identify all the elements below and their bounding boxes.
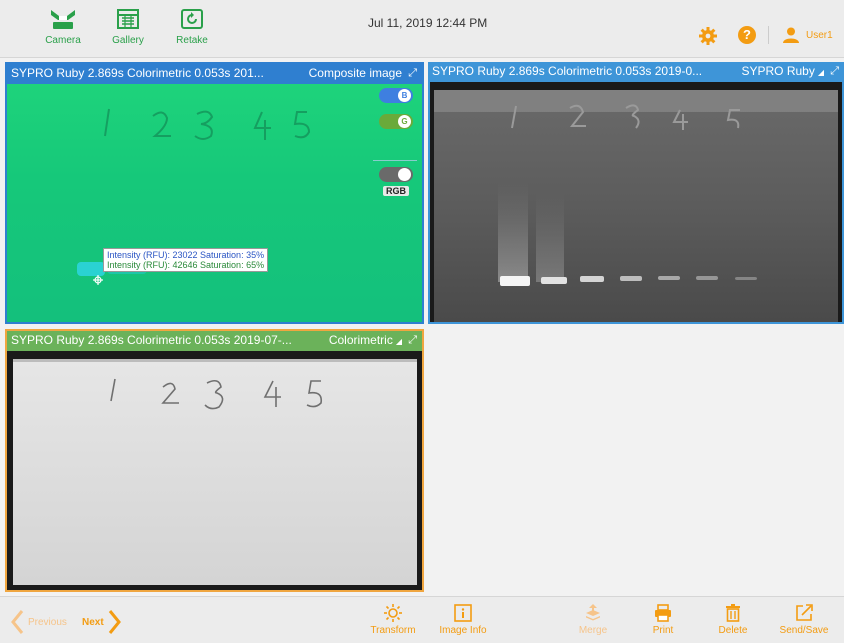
chevron-right-icon — [108, 610, 121, 634]
user-icon — [783, 27, 799, 43]
green-channel-knob: G — [398, 115, 411, 128]
print-button[interactable]: Print — [633, 603, 693, 636]
gallery-button[interactable]: Gallery — [102, 4, 154, 46]
composite-image-panel[interactable]: SYPRO Ruby 2.869s Colorimetric 0.053s 20… — [5, 62, 424, 324]
bottom-toolbar: Previous Next Transform Image Info Merge… — [0, 596, 844, 643]
colorimetric-gel — [13, 359, 417, 585]
intensity-tooltip: Intensity (RFU): 23022 Saturation: 35% I… — [103, 248, 269, 272]
camera-icon — [48, 4, 78, 34]
panel-header: SYPRO Ruby 2.869s Colorimetric 0.053s 20… — [7, 331, 422, 349]
tooltip-green-intensity: Intensity (RFU): 42646 Saturation: 65% — [107, 260, 265, 270]
merge-button[interactable]: Merge — [563, 603, 623, 636]
gel-lane-markings — [77, 108, 311, 285]
panel-title: SYPRO Ruby 2.869s Colorimetric 0.053s 20… — [432, 64, 703, 78]
rgb-toggle[interactable] — [379, 167, 413, 182]
print-label: Print — [652, 625, 674, 636]
sypro-ruby-panel[interactable]: SYPRO Ruby 2.869s Colorimetric 0.053s 20… — [428, 62, 844, 324]
panel-mode-dropdown[interactable]: Colorimetric ◢ — [329, 331, 402, 349]
blue-channel-knob: B — [398, 89, 411, 102]
panel-mode-dropdown[interactable]: SYPRO Ruby ◢ — [741, 62, 824, 80]
camera-label: Camera — [45, 35, 81, 46]
previous-button[interactable]: Previous — [10, 609, 67, 635]
trash-icon — [726, 604, 740, 622]
send-save-button[interactable]: Send/Save — [774, 603, 834, 636]
panel-title: SYPRO Ruby 2.869s Colorimetric 0.053s 20… — [11, 66, 264, 80]
rgb-knob — [398, 168, 411, 181]
retake-icon — [179, 4, 205, 34]
toolbar-divider — [768, 26, 769, 44]
user-menu[interactable]: User1 — [782, 26, 833, 44]
delete-button[interactable]: Delete — [703, 603, 763, 636]
image-info-label: Image Info — [439, 625, 487, 636]
panel-mode-label: SYPRO Ruby — [741, 64, 815, 78]
gallery-icon — [115, 4, 141, 34]
panel-mode-label: Colorimetric — [328, 333, 393, 347]
top-toolbar: Camera Gallery Retake Jul 11, 2019 12:44… — [0, 0, 844, 58]
panel-title: SYPRO Ruby 2.869s Colorimetric 0.053s 20… — [11, 333, 292, 347]
green-channel-toggle[interactable]: G — [379, 114, 413, 129]
expand-icon[interactable]: ⤢ — [408, 331, 417, 349]
panel-header: SYPRO Ruby 2.869s Colorimetric 0.053s 20… — [7, 64, 422, 82]
expand-icon[interactable]: ⤢ — [408, 64, 417, 82]
retake-button[interactable]: Retake — [166, 4, 218, 46]
help-icon[interactable]: ? — [738, 26, 756, 44]
colorimetric-image[interactable] — [7, 351, 422, 590]
merge-layers-icon — [586, 604, 600, 621]
panel-header: SYPRO Ruby 2.869s Colorimetric 0.053s 20… — [428, 62, 844, 80]
next-button[interactable]: Next — [82, 609, 122, 635]
datetime: Jul 11, 2019 12:44 PM — [368, 16, 488, 30]
composite-image[interactable]: B G RGB Intensity (RFU): 23022 Saturatio… — [7, 84, 422, 322]
gel-image — [434, 90, 838, 322]
next-label: Next — [82, 616, 104, 628]
blue-channel-toggle[interactable]: B — [379, 88, 413, 103]
channel-divider — [373, 160, 417, 161]
previous-label: Previous — [28, 616, 67, 628]
expand-icon[interactable]: ⤢ — [830, 62, 839, 80]
export-icon — [796, 604, 813, 621]
send-save-label: Send/Save — [779, 625, 829, 636]
info-icon — [454, 604, 472, 622]
camera-button[interactable]: Camera — [37, 4, 89, 46]
tooltip-blue-intensity: Intensity (RFU): 23022 Saturation: 35% — [107, 250, 265, 260]
panel-mode-label[interactable]: Composite image — [309, 64, 402, 82]
image-info-button[interactable]: Image Info — [433, 603, 493, 636]
crosshair-icon — [93, 275, 103, 285]
colorimetric-panel[interactable]: SYPRO Ruby 2.869s Colorimetric 0.053s 20… — [5, 329, 424, 592]
printer-icon — [655, 604, 671, 622]
transform-button[interactable]: Transform — [363, 603, 423, 636]
dropdown-triangle-icon: ◢ — [817, 68, 824, 77]
delete-label: Delete — [718, 625, 748, 636]
sypro-ruby-image[interactable] — [430, 82, 842, 322]
rgb-label: RGB — [383, 186, 409, 196]
transform-sun-icon — [384, 604, 402, 622]
dropdown-triangle-icon: ◢ — [395, 337, 402, 346]
transform-label: Transform — [370, 625, 416, 636]
chevron-left-icon — [11, 610, 24, 634]
retake-label: Retake — [176, 35, 208, 46]
merge-label: Merge — [578, 625, 608, 636]
user-name: User1 — [806, 29, 833, 41]
settings-gear-icon[interactable] — [698, 26, 718, 49]
gallery-label: Gallery — [112, 35, 144, 46]
